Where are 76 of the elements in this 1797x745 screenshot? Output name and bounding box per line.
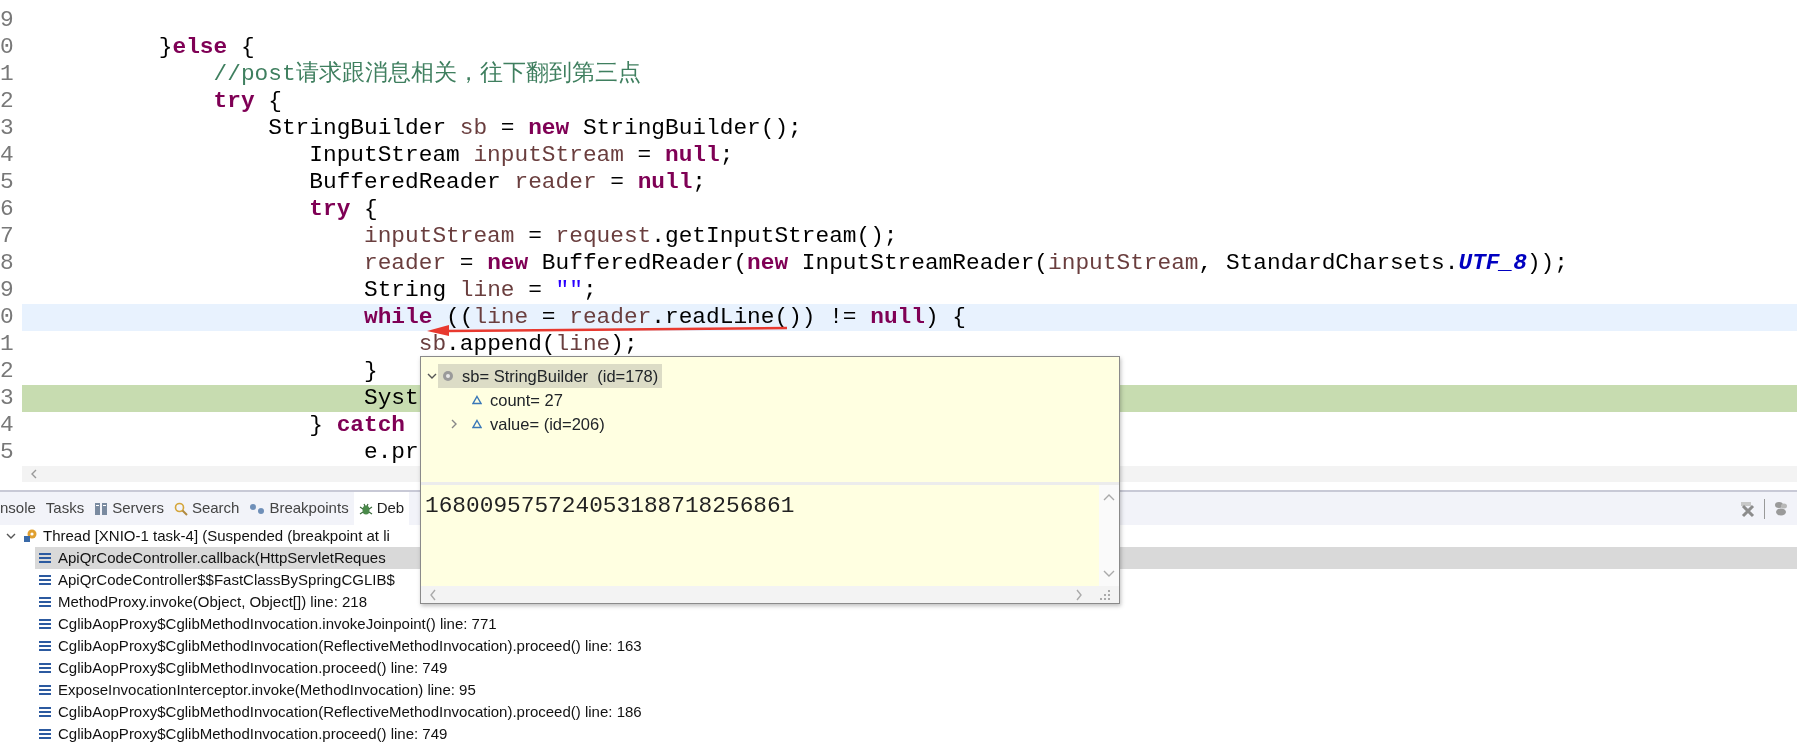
tab[interactable]: nsole [0, 492, 41, 525]
tab[interactable]: Tasks [40, 492, 90, 525]
code-line: while ((line = reader.readLine()) != null) { [364, 304, 966, 330]
code-line: e.pr [364, 439, 419, 465]
line-number: 7 [0, 223, 15, 250]
lines-icon [39, 706, 51, 718]
code-line: inputStream = request.getInputStream(); [364, 223, 898, 249]
lines-icon [39, 728, 51, 740]
stack-frame[interactable]: CglibAopProxy$CglibMethodInvocation.proceed() line: 749 [35, 657, 1797, 679]
code-line: } [364, 358, 378, 384]
line-number: 6 [0, 196, 15, 223]
line-number: 4 [0, 142, 15, 169]
line-number: 2 [0, 88, 15, 115]
thread-label[interactable]: Thread [XNIO-1 task-4] (Suspended (breakpoint at li [43, 525, 390, 547]
lines-icon [39, 574, 51, 586]
code-line: } catch [309, 412, 406, 438]
stack-frame[interactable]: CglibAopProxy$CglibMethodInvocation.invokeJoinpoint() line: 771 [35, 613, 1797, 635]
stack-icon[interactable] [1773, 500, 1789, 517]
bug-icon [358, 501, 373, 516]
resize-grip-icon[interactable] [1099, 588, 1111, 601]
code-line: try { [213, 88, 282, 114]
line-number: 9 [0, 7, 15, 34]
variable-row[interactable]: count= 27 [468, 388, 567, 412]
code-line: //post请求跟消息相关，往下翻到第三点 [213, 61, 641, 87]
line-number: 3 [0, 115, 15, 142]
line-number: 4 [0, 412, 15, 439]
code-line: }else { [158, 34, 255, 60]
scrollbar[interactable] [421, 586, 1119, 603]
stack-frame[interactable]: CglibAopProxy$CglibMethodInvocation(ReflectiveMethodInvocation).proceed() line: 163 [35, 635, 1797, 657]
line-number: 8 [0, 250, 15, 277]
stack-frame[interactable]: CglibAopProxy$CglibMethodInvocation(ReflectiveMethodInvocation).proceed() line: 186 [35, 701, 1797, 723]
triangle-icon [472, 395, 482, 405]
code-line: try { [309, 196, 378, 222]
scrollbar[interactable] [1099, 484, 1119, 587]
server-icon [94, 501, 109, 516]
tab[interactable]: Deb [353, 492, 410, 525]
tab[interactable]: Servers [89, 492, 169, 525]
code-line: InputStream inputStream = null; [309, 142, 734, 168]
tab[interactable]: Breakpoints [244, 492, 354, 525]
code-line: BufferedReader reader = null; [309, 169, 707, 195]
line-number: 1 [0, 331, 15, 358]
code-line: reader = new BufferedReader(new InputStreamReader(inputStream, StandardCharsets.UTF_8)); [364, 250, 1568, 276]
lines-icon [39, 552, 51, 564]
triangle-icon [472, 419, 482, 429]
code-line: StringBuilder sb = new StringBuilder(); [268, 115, 802, 141]
line-number: 2 [0, 358, 15, 385]
variable-row[interactable]: value= (id=206) [468, 412, 609, 436]
variable-row[interactable]: sb= StringBuilder (id=178) [438, 364, 663, 388]
scroll-down-icon[interactable] [1103, 570, 1115, 579]
code-line: String line = ""; [364, 277, 597, 303]
line-number: 0 [0, 304, 15, 331]
lines-icon [39, 684, 51, 696]
search-icon [173, 501, 188, 516]
code-line: sb.append(line); [418, 331, 638, 357]
line-number: 1 [0, 61, 15, 88]
scroll-left-icon[interactable] [429, 588, 437, 601]
stack-frame[interactable]: MethodProxy.invoke(Object, Object[]) line: 218 [35, 591, 1797, 613]
stack-frame[interactable]: ExposeInvocationInterceptor.invoke(MethodInvocation) line: 95 [35, 679, 1797, 701]
dots-icon [249, 502, 266, 515]
line-number: 9 [0, 277, 15, 304]
scroll-up-icon[interactable] [1103, 492, 1115, 501]
code-line: Syst [364, 385, 419, 411]
scroll-right-icon[interactable] [1075, 588, 1083, 601]
circle-icon [442, 370, 454, 382]
lines-icon [39, 618, 51, 630]
lines-icon [39, 640, 51, 652]
line-number: 3 [0, 385, 15, 412]
scroll-left-icon[interactable] [30, 469, 38, 479]
stack-frame[interactable]: CglibAopProxy$CglibMethodInvocation.proceed() line: 749 [35, 723, 1797, 745]
lines-icon [39, 662, 51, 674]
lines-icon [39, 596, 51, 608]
line-number: 5 [0, 439, 15, 466]
tab[interactable]: Search [168, 492, 245, 525]
remove-icon[interactable] [1738, 499, 1756, 518]
line-number: 0 [0, 34, 15, 61]
line-number: 5 [0, 169, 15, 196]
